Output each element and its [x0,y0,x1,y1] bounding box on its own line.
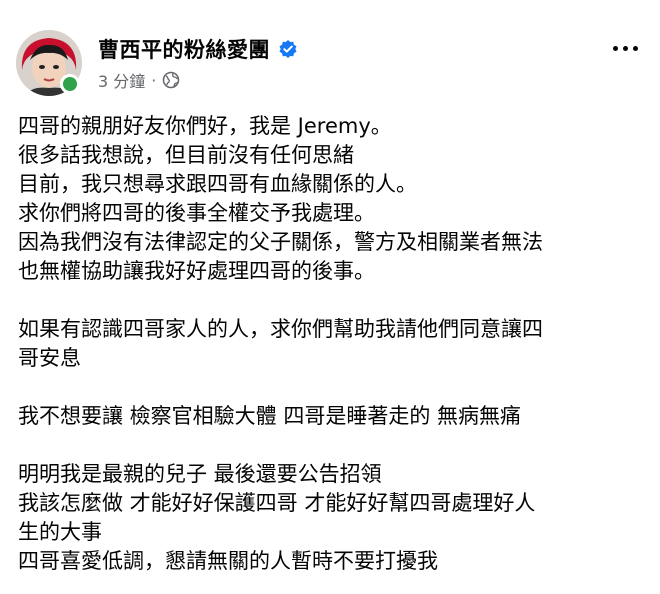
post-line: 求你們將四哥的後事全權交予我處理。 [18,201,375,225]
online-status-indicator [60,74,80,94]
more-dot [632,45,638,51]
facebook-post: 曹西平的粉絲愛團 3 分鐘 · 四哥的親朋好友你們好，我是 Jeremy。 很多… [0,0,660,594]
globe-icon[interactable] [162,71,180,89]
post-line: 哥安息 [18,346,81,370]
more-options-icon[interactable] [608,36,642,60]
post-line: 我該怎麼做 才能好好保護四哥 才能好好幫四哥處理好人 [18,491,536,515]
post-line: 生的大事 [18,520,102,544]
post-line: 四哥的親朋好友你們好，我是 Jeremy。 [18,114,392,138]
post-message: 四哥的親朋好友你們好，我是 Jeremy。 很多話我想說，但目前沒有任何思緒 目… [18,112,640,576]
more-dot [612,45,618,51]
post-line: 目前，我只想尋求跟四哥有血緣關係的人。 [18,172,417,196]
more-dot [622,45,628,51]
post-line: 如果有認識四哥家人的人，求你們幫助我請他們同意讓四 [18,317,543,341]
avatar[interactable] [16,30,82,96]
post-line: 明明我是最親的兒子 最後還要公告招領 [18,462,382,486]
verified-badge-icon [278,39,298,59]
post-line: 四哥喜愛低調，懇請無關的人暫時不要打擾我 [18,549,438,573]
post-line: 很多話我想說，但目前沒有任何思緒 [18,143,354,167]
post-header: 曹西平的粉絲愛團 3 分鐘 · [98,34,600,92]
meta-separator: · [151,70,157,90]
post-meta: 3 分鐘 · [98,68,600,92]
post-line: 也無權協助讓我好好處理四哥的後事。 [18,259,375,283]
post-line: 因為我們沒有法律認定的父子關係，警方及相關業者無法 [18,230,543,254]
page-name-link[interactable]: 曹西平的粉絲愛團 [98,34,270,64]
post-timestamp-link[interactable]: 3 分鐘 [98,68,145,92]
post-line: 我不想要讓 檢察官相驗大體 四哥是睡著走的 無病無痛 [18,404,522,428]
